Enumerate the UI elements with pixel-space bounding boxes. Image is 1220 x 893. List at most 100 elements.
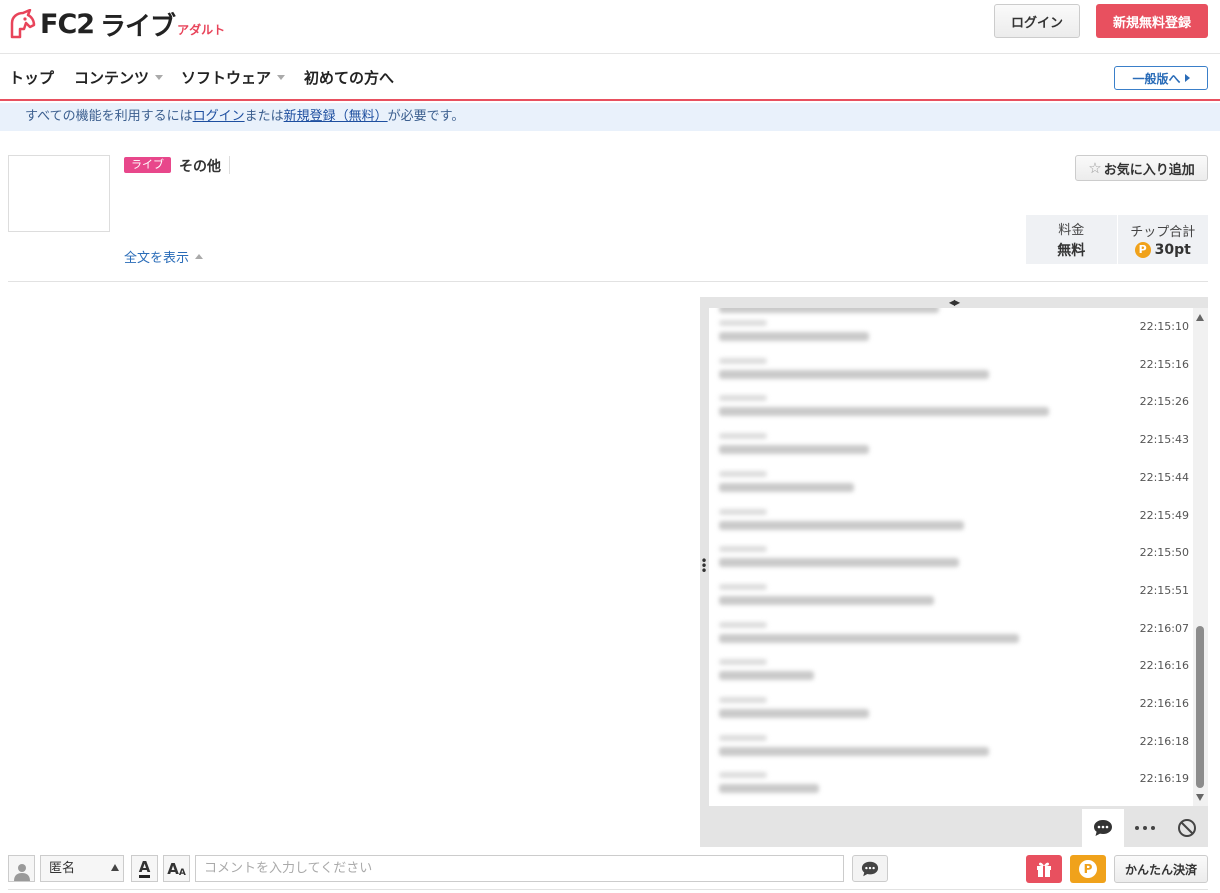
fee-value: 無料 xyxy=(1057,243,1086,259)
blurred-message-text xyxy=(719,407,1049,417)
user-silhouette-icon xyxy=(13,864,30,881)
login-button[interactable]: ログイン xyxy=(994,4,1080,38)
send-comment-button[interactable] xyxy=(852,855,888,882)
general-version-label: 一般版へ xyxy=(1132,71,1181,86)
fee-label: 料金 xyxy=(1058,223,1085,238)
chat-message: 22:16:19 xyxy=(709,768,1193,806)
star-icon: ☆ xyxy=(1088,159,1102,177)
blurred-message-author xyxy=(719,697,767,703)
comment-input[interactable] xyxy=(195,855,844,882)
blurred-message-author xyxy=(719,583,767,590)
blurred-message-author xyxy=(719,621,767,628)
gift-button[interactable] xyxy=(1026,855,1062,883)
broadcaster-thumbnail[interactable] xyxy=(8,155,110,232)
add-favorite-button[interactable]: ☆ お気に入り追加 xyxy=(1075,155,1208,181)
font-color-button[interactable]: A xyxy=(131,855,158,882)
point-button[interactable]: P xyxy=(1070,855,1106,883)
notice-register-link[interactable]: 新規登録（無料） xyxy=(284,109,388,124)
point-coin-icon: P xyxy=(1134,242,1151,258)
nav-item-label: トップ xyxy=(9,69,55,87)
register-button[interactable]: 新規無料登録 xyxy=(1096,4,1208,38)
more-dots-icon xyxy=(1135,826,1155,830)
unicorn-logo-icon xyxy=(10,9,36,39)
tip-total-label: チップ合計 xyxy=(1130,225,1196,240)
blurred-message-text xyxy=(719,369,989,379)
chat-message-time: 22:15:51 xyxy=(1139,583,1189,597)
scroll-down-arrow-icon[interactable] xyxy=(1196,794,1204,801)
nav-item-label: コンテンツ xyxy=(74,69,150,87)
chat-message: 22:15:51 xyxy=(709,580,1193,618)
blurred-message-text xyxy=(719,558,959,568)
blurred-message-author xyxy=(719,734,767,741)
logo-live-text: ライブ xyxy=(100,11,176,42)
section-divider xyxy=(8,281,1208,282)
chat-message: 22:15:49 xyxy=(709,505,1193,543)
chat-message-time: 22:15:16 xyxy=(1139,357,1189,371)
blurred-message-text xyxy=(719,445,869,455)
blurred-message-text xyxy=(719,746,989,756)
blurred-message-text xyxy=(719,520,964,530)
blurred-message-text xyxy=(719,709,869,718)
point-coin-icon: P xyxy=(1079,860,1097,878)
chat-message: 22:15:10 xyxy=(709,316,1193,354)
user-avatar[interactable] xyxy=(8,855,35,882)
nav-item-beginners[interactable]: 初めての方へ xyxy=(304,67,394,88)
chat-message: 22:16:16 xyxy=(709,693,1193,731)
tip-total-stat: チップ合計 P 30pt xyxy=(1116,215,1209,264)
fc2-live-logo[interactable]: FC2 ライブ アダルト xyxy=(8,6,225,42)
blurred-message-text xyxy=(719,784,819,794)
speech-bubble-icon xyxy=(861,861,879,876)
chat-message-time: 22:16:16 xyxy=(1139,697,1189,710)
chat-message-time: 22:16:07 xyxy=(1139,621,1189,635)
chat-message-time: 22:15:10 xyxy=(1139,320,1189,333)
blurred-message-text xyxy=(719,308,939,313)
chat-message: 22:16:18 xyxy=(709,731,1193,769)
nav-item-top[interactable]: トップ xyxy=(9,67,54,88)
nav-item-software[interactable]: ソフトウェア xyxy=(181,67,286,88)
blurred-message-author xyxy=(719,508,767,515)
logo-adult-tag: アダルト xyxy=(177,23,226,37)
blurred-message-text xyxy=(719,482,854,492)
bottom-divider xyxy=(8,889,1208,890)
font-size-button[interactable]: AA xyxy=(163,855,190,882)
chat-message-list[interactable]: 22:15:10 22:15:16 22:15:26 22:15:43 22:15:44… xyxy=(709,308,1193,806)
nav-item-contents[interactable]: コンテンツ xyxy=(74,67,164,88)
fee-stat: 料金 無料 xyxy=(1026,215,1117,264)
show-full-text-toggle[interactable]: 全文を表示 xyxy=(124,247,204,266)
chat-scrollbar[interactable] xyxy=(1193,308,1208,806)
name-select[interactable]: 匿名 xyxy=(40,855,124,882)
chat-comment-tab[interactable] xyxy=(1082,809,1124,847)
login-notice: すべての機能を利用するにはログインまたは新規登録（無料）が必要です。 xyxy=(0,103,1220,131)
blurred-message-text xyxy=(719,595,934,605)
easy-payment-button[interactable]: かんたん決済 xyxy=(1114,855,1208,883)
nav-item-label: ソフトウェア xyxy=(181,69,272,87)
select-arrow-icon xyxy=(111,864,119,871)
speech-bubble-icon xyxy=(1094,820,1112,836)
chat-side-handle[interactable]: • • • xyxy=(700,555,708,577)
chat-width-handle[interactable]: ◀▶ xyxy=(700,297,1208,308)
chat-message-time: 22:16:18 xyxy=(1139,734,1189,748)
chat-message: 22:15:26 xyxy=(709,391,1193,429)
program-stats: 料金 無料 チップ合計 P 30pt xyxy=(1026,215,1208,264)
scroll-up-arrow-icon[interactable] xyxy=(1196,314,1204,321)
chevron-down-icon xyxy=(155,75,164,80)
scroll-thumb[interactable] xyxy=(1196,626,1204,788)
general-version-button[interactable]: 一般版へ xyxy=(1114,66,1208,90)
blurred-message-author xyxy=(719,357,767,364)
blurred-message-author xyxy=(719,470,767,477)
blurred-message-text xyxy=(719,671,814,681)
chat-message-time: 22:15:44 xyxy=(1139,470,1189,484)
notice-login-link[interactable]: ログイン xyxy=(193,109,245,124)
live-badge: ライブ xyxy=(124,157,171,173)
chat-message-time: 22:16:16 xyxy=(1139,659,1189,673)
program-category: その他 xyxy=(179,156,230,175)
main-nav: トップ コンテンツ ソフトウェア 初めての方へ 一般版へ xyxy=(0,54,1220,101)
chat-more-options[interactable] xyxy=(1124,809,1166,847)
nav-item-label: 初めての方へ xyxy=(304,69,395,87)
gift-icon xyxy=(1037,862,1051,877)
chat-block-button[interactable] xyxy=(1166,809,1208,847)
name-select-value: 匿名 xyxy=(49,861,76,876)
chat-message-time: 22:15:26 xyxy=(1139,395,1189,409)
arrow-right-icon xyxy=(1184,74,1190,82)
tip-total-value-wrap: P 30pt xyxy=(1134,242,1191,258)
